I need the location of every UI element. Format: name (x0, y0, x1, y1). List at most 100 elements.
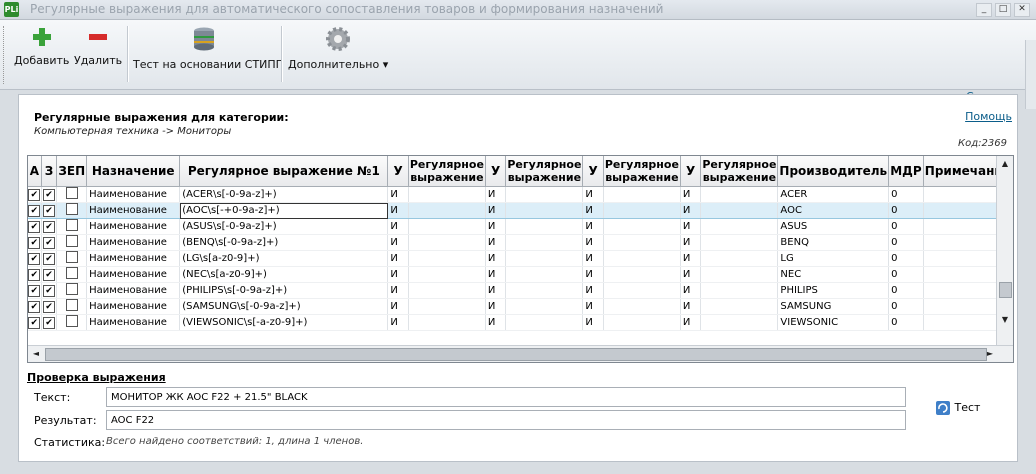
column-header[interactable]: Регулярное выражение (408, 156, 486, 187)
cell-regex-3[interactable] (505, 218, 584, 235)
cell-u[interactable]: И (387, 266, 409, 283)
cell-purpose[interactable]: Наименование (86, 202, 181, 219)
cell-purpose[interactable]: Наименование (86, 186, 181, 203)
cell-manufacturer[interactable]: AOC (777, 202, 890, 219)
cell-u[interactable]: И (387, 250, 409, 267)
cell-u[interactable]: И (582, 202, 604, 219)
unchecked-checkbox[interactable] (65, 315, 78, 327)
cell-regex[interactable]: (LG\s[a-z0-9]+) (179, 250, 389, 267)
close-button[interactable]: ✕ (1014, 3, 1030, 17)
cell-manufacturer[interactable]: LG (777, 250, 890, 267)
regex-grid[interactable]: А З ЗЕП Назначение Регулярное выражение №1 У Р… (27, 155, 1014, 363)
scroll-right-icon[interactable]: ► (983, 347, 997, 361)
cell-manufacturer[interactable]: VIEWSONIC (777, 314, 890, 331)
column-header[interactable]: МДР (888, 156, 924, 187)
unchecked-checkbox[interactable] (65, 219, 78, 231)
column-header[interactable]: Производитель (777, 156, 890, 187)
scroll-up-icon[interactable]: ▲ (998, 157, 1012, 171)
checked-checkbox[interactable]: ✔ (43, 268, 56, 281)
cell-z[interactable]: ✔ (41, 186, 58, 203)
cell-regex-5[interactable] (700, 266, 779, 283)
cell-u[interactable]: И (387, 186, 409, 203)
cell-z[interactable]: ✔ (41, 298, 58, 315)
cell-u[interactable]: И (582, 186, 604, 203)
more-dropdown[interactable]: Дополнительно ▾ (288, 26, 388, 71)
cell-zep[interactable] (56, 218, 88, 235)
add-button[interactable]: Добавить (14, 26, 69, 67)
delete-button[interactable]: Удалить (74, 26, 122, 67)
cell-z[interactable]: ✔ (41, 282, 58, 299)
cell-z[interactable]: ✔ (41, 250, 58, 267)
cell-a[interactable]: ✔ (28, 234, 42, 251)
checked-checkbox[interactable]: ✔ (43, 188, 56, 201)
cell-regex[interactable]: (BENQ\s[-0-9a-z]+) (179, 234, 389, 251)
test-stipp-button[interactable]: Тест на основании СТИПП (133, 26, 284, 71)
cell-u[interactable]: И (582, 218, 604, 235)
checked-checkbox[interactable]: ✔ (43, 252, 56, 265)
unchecked-checkbox[interactable] (65, 235, 78, 247)
cell-regex-4[interactable] (603, 186, 681, 203)
checked-checkbox[interactable]: ✔ (28, 316, 41, 329)
cell-z[interactable]: ✔ (41, 218, 58, 235)
column-header[interactable]: Назначение (86, 156, 181, 187)
cell-regex-5[interactable] (700, 202, 779, 219)
cell-u[interactable]: И (485, 314, 507, 331)
cell-regex-2[interactable] (408, 250, 486, 267)
minimize-button[interactable]: _ (976, 3, 992, 17)
table-row[interactable]: ✔ ✔ Наименование (VIEWSONIC\s[-a-z0-9]+) И И И… (28, 314, 1013, 331)
column-header[interactable]: У (485, 156, 507, 187)
cell-a[interactable]: ✔ (28, 202, 42, 219)
cell-u[interactable]: И (680, 314, 702, 331)
cell-a[interactable]: ✔ (28, 314, 42, 331)
cell-mdr[interactable]: 0 (888, 218, 924, 235)
cell-regex-5[interactable] (700, 234, 779, 251)
column-header[interactable]: У (582, 156, 604, 187)
cell-regex-3[interactable] (505, 234, 584, 251)
cell-mdr[interactable]: 0 (888, 250, 924, 267)
cell-regex-5[interactable] (700, 298, 779, 315)
checked-checkbox[interactable]: ✔ (43, 316, 56, 329)
unchecked-checkbox[interactable] (65, 187, 78, 199)
cell-z[interactable]: ✔ (41, 266, 58, 283)
cell-regex-2[interactable] (408, 186, 486, 203)
cell-regex-3[interactable] (505, 298, 584, 315)
cell-u[interactable]: И (387, 298, 409, 315)
cell-a[interactable]: ✔ (28, 266, 42, 283)
cell-a[interactable]: ✔ (28, 186, 42, 203)
cell-regex[interactable]: (AOC\s[-+0-9a-z]+) (179, 202, 389, 219)
cell-mdr[interactable]: 0 (888, 202, 924, 219)
column-header[interactable]: У (387, 156, 409, 187)
cell-regex-4[interactable] (603, 202, 681, 219)
checked-checkbox[interactable]: ✔ (28, 188, 41, 201)
assist-link[interactable]: Помощь (965, 110, 1012, 123)
cell-regex-4[interactable] (603, 218, 681, 235)
cell-regex[interactable]: (VIEWSONIC\s[-a-z0-9]+) (179, 314, 389, 331)
cell-regex-4[interactable] (603, 250, 681, 267)
test-button[interactable]: Тест (935, 400, 980, 416)
cell-regex-3[interactable] (505, 250, 584, 267)
cell-mdr[interactable]: 0 (888, 282, 924, 299)
cell-regex-2[interactable] (408, 218, 486, 235)
cell-u[interactable]: И (485, 202, 507, 219)
cell-regex-3[interactable] (505, 314, 584, 331)
scroll-down-icon[interactable]: ▼ (998, 313, 1012, 327)
cell-u[interactable]: И (485, 250, 507, 267)
cell-a[interactable]: ✔ (28, 298, 42, 315)
cell-zep[interactable] (56, 250, 88, 267)
cell-regex-5[interactable] (700, 186, 779, 203)
cell-regex-2[interactable] (408, 266, 486, 283)
column-header[interactable]: Регулярное выражение (603, 156, 681, 187)
checked-checkbox[interactable]: ✔ (28, 220, 41, 233)
cell-u[interactable]: И (485, 266, 507, 283)
cell-a[interactable]: ✔ (28, 250, 42, 267)
vertical-scrollbar[interactable]: ▲ ▼ (996, 156, 1013, 345)
cell-manufacturer[interactable]: PHILIPS (777, 282, 890, 299)
cell-regex-5[interactable] (700, 250, 779, 267)
cell-zep[interactable] (56, 298, 88, 315)
cell-u[interactable]: И (387, 234, 409, 251)
table-row[interactable]: ✔ ✔ Наименование (ACER\s[-0-9a-z]+) И И И И ACER… (28, 186, 1013, 203)
column-header[interactable]: Регулярное выражение (700, 156, 779, 187)
cell-u[interactable]: И (680, 186, 702, 203)
checked-checkbox[interactable]: ✔ (43, 300, 56, 313)
cell-u[interactable]: И (680, 266, 702, 283)
